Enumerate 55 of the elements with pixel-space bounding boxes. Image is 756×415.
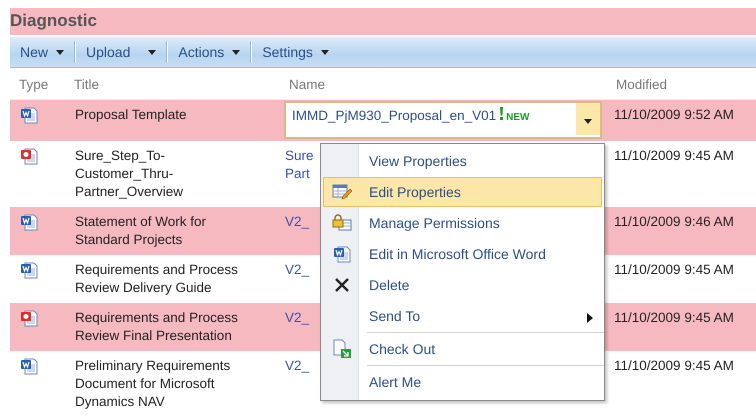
- document-title: Sure_Step_To-Customer_Thru-Partner_Overview: [75, 147, 184, 201]
- modified-date: 11/10/2009 9:46 AM: [614, 214, 734, 229]
- presentation-document-icon: [20, 309, 38, 327]
- file-name-link[interactable]: V2_: [285, 261, 315, 279]
- column-header[interactable]: Title: [65, 76, 280, 94]
- file-name-link[interactable]: IMMD_PjM930_Proposal_en_V01: [286, 103, 496, 125]
- modified-date: 11/10/2009 9:45 AM: [614, 310, 734, 325]
- column-header[interactable]: Name: [280, 76, 607, 94]
- menu-item[interactable]: Manage Permissions: [323, 208, 602, 238]
- word-document-icon: [20, 213, 38, 231]
- word-document-icon: [332, 245, 350, 263]
- modified-date: 11/10/2009 9:45 AM: [614, 262, 734, 277]
- menu-item[interactable]: Alert Me: [323, 367, 602, 397]
- document-title: Statement of Work for Standard Projects: [75, 213, 208, 249]
- caret-icon: [320, 50, 329, 54]
- new-label: NEW: [505, 111, 530, 125]
- modified-date: 11/10/2009 9:52 AM: [614, 107, 734, 122]
- file-name-link[interactable]: V2_: [285, 213, 315, 231]
- caret-icon: [56, 50, 64, 54]
- item-menu-button[interactable]: [576, 103, 600, 135]
- toolbar-menu-button[interactable]: New: [10, 40, 74, 64]
- delete-icon: [334, 277, 350, 293]
- modified-date: 11/10/2009 9:45 AM: [614, 358, 734, 373]
- file-name-link[interactable]: V2_: [285, 357, 315, 375]
- menu-item[interactable]: Edit Properties: [323, 177, 602, 207]
- presentation-document-icon: [20, 147, 38, 165]
- document-title: Proposal Template: [75, 106, 188, 124]
- column-header[interactable]: Modified: [607, 76, 756, 94]
- check-out-icon: [332, 339, 352, 359]
- modified-date: 11/10/2009 9:45 AM: [614, 148, 734, 163]
- caret-icon: [232, 50, 240, 54]
- toolbar-menu-button[interactable]: Settings: [252, 40, 339, 64]
- submenu-arrow-icon: [587, 313, 593, 323]
- document-title: Preliminary Requirements Document for Microsoft Dynamics NAV: [75, 357, 232, 411]
- edit-properties-icon: [332, 183, 352, 201]
- menu-item[interactable]: View Properties: [323, 146, 602, 176]
- document-title: Requirements and Process Review Delivery Guide: [75, 261, 239, 297]
- new-item-icon: [499, 107, 504, 120]
- document-title: Requirements and Process Review Final Presentation: [75, 309, 239, 345]
- file-name-link[interactable]: Sure Part: [285, 147, 315, 183]
- menu-item[interactable]: Delete: [323, 270, 602, 300]
- lock-icon: [332, 214, 352, 232]
- word-document-icon: [20, 357, 38, 375]
- menu-item[interactable]: Send To: [323, 301, 602, 331]
- caret-icon: [148, 50, 156, 54]
- word-document-icon: [20, 261, 38, 279]
- list-title: Diagnostic: [10, 10, 97, 31]
- word-document-icon: [20, 106, 38, 124]
- menu-item[interactable]: Check Out: [323, 334, 602, 364]
- toolbar-menu-button[interactable]: Upload: [76, 40, 166, 64]
- column-header[interactable]: Type: [10, 76, 65, 94]
- file-name-link[interactable]: V2_: [285, 309, 315, 327]
- menu-item[interactable]: Edit in Microsoft Office Word: [323, 239, 602, 269]
- toolbar-menu-button[interactable]: Actions: [168, 40, 250, 64]
- caret-icon: [584, 118, 592, 124]
